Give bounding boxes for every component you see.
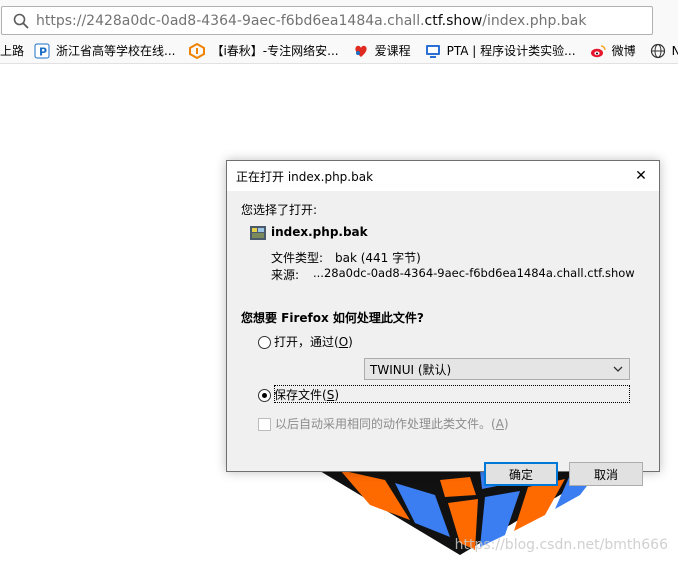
dialog-titlebar: 正在打开 index.php.bak ✕ xyxy=(227,161,659,191)
watermark: https://blog.csdn.net/bmth666 xyxy=(454,537,668,553)
dialog-title: 正在打开 index.php.bak xyxy=(236,169,374,184)
bookmark-label: Ne xyxy=(672,44,678,58)
bookmark-item[interactable]: 上路 xyxy=(0,40,24,62)
bookmark-item[interactable]: 微博 xyxy=(590,40,636,62)
source-value: ...28a0dc-0ad8-4364-9aec-f6bd6ea1484a.ch… xyxy=(313,266,635,280)
bookmark-label: 上路 xyxy=(0,44,25,58)
url-bar[interactable]: https://2428a0dc-0ad8-4364-9aec-f6bd6ea1… xyxy=(1,6,653,35)
save-file-label: 保存文件( xyxy=(274,388,327,402)
p-logo-icon: P xyxy=(34,43,50,59)
chosen-label: 您选择了打开: xyxy=(241,203,318,217)
globe-icon xyxy=(650,43,666,59)
file-type-icon xyxy=(250,225,266,241)
svg-text:P: P xyxy=(39,45,47,58)
bookmark-label: 微博 xyxy=(611,44,636,58)
auto-action-key: A xyxy=(495,417,504,431)
search-icon xyxy=(10,10,32,32)
cancel-button[interactable]: 取消 xyxy=(569,462,643,486)
chevron-down-icon xyxy=(613,363,623,377)
bookmark-item[interactable]: P 浙江省高等学校在线... xyxy=(34,40,175,62)
bookmark-label: PTA | 程序设计类实验... xyxy=(446,44,576,58)
bookmark-item[interactable]: 【i春秋】-专注网络安... xyxy=(189,40,339,62)
bookmark-item[interactable]: 爱课程 xyxy=(353,40,411,62)
file-type-value: bak (441 字节) xyxy=(335,251,421,265)
aikecheng-icon xyxy=(353,43,369,59)
open-file-dialog: 正在打开 index.php.bak ✕ 您选择了打开: index.php.b… xyxy=(226,160,660,486)
toolbar: https://2428a0dc-0ad8-4364-9aec-f6bd6ea1… xyxy=(0,0,678,38)
bookmarks-bar: 上路 P 浙江省高等学校在线... 【i春秋】-专注网络安... 爱课程 PTA… xyxy=(0,38,678,64)
url-domain: ctf.show xyxy=(424,12,483,29)
checkbox-icon xyxy=(258,418,271,431)
bookmark-item[interactable]: Ne xyxy=(650,40,678,62)
open-with-radio[interactable]: 打开，通过(O) xyxy=(258,333,353,350)
bookmark-label: 爱课程 xyxy=(374,44,411,58)
bookmark-item[interactable]: PTA | 程序设计类实验... xyxy=(425,40,576,62)
app-select[interactable]: TWINUI (默认) xyxy=(364,358,630,380)
file-type-label: 文件类型: xyxy=(271,251,324,265)
file-name: index.php.bak xyxy=(271,225,368,239)
ok-button[interactable]: 确定 xyxy=(484,462,558,486)
url-prefix: https://2428a0dc-0ad8-4364-9aec-f6bd6ea1… xyxy=(36,12,425,29)
question-label: 您想要 Firefox 如何处理此文件? xyxy=(241,311,424,325)
radio-checked-icon xyxy=(258,389,271,402)
bookmark-label: 浙江省高等学校在线... xyxy=(56,44,176,58)
radio-icon xyxy=(258,336,271,349)
close-button[interactable]: ✕ xyxy=(629,164,653,188)
open-with-label: 打开，通过( xyxy=(274,335,339,349)
pta-icon xyxy=(425,43,441,59)
cancel-label: 取消 xyxy=(593,467,618,482)
auto-action-checkbox[interactable]: 以后自动采用相同的动作处理此类文件。(A) xyxy=(258,415,509,432)
ok-label: 确定 xyxy=(508,467,533,482)
weibo-icon xyxy=(590,43,606,59)
open-with-key: O xyxy=(338,335,349,349)
url-suffix: /index.php.bak xyxy=(482,12,587,29)
save-file-radio[interactable]: 保存文件(S) xyxy=(258,386,339,403)
source-label: 来源: xyxy=(271,268,300,282)
close-icon: ✕ xyxy=(635,168,647,184)
auto-action-label: 以后自动采用相同的动作处理此类文件。( xyxy=(275,417,496,431)
ichunqiu-icon xyxy=(189,42,206,59)
bookmark-label: 【i春秋】-专注网络安... xyxy=(211,44,339,58)
save-file-key: S xyxy=(326,388,335,402)
app-select-value: TWINUI (默认) xyxy=(370,362,452,377)
